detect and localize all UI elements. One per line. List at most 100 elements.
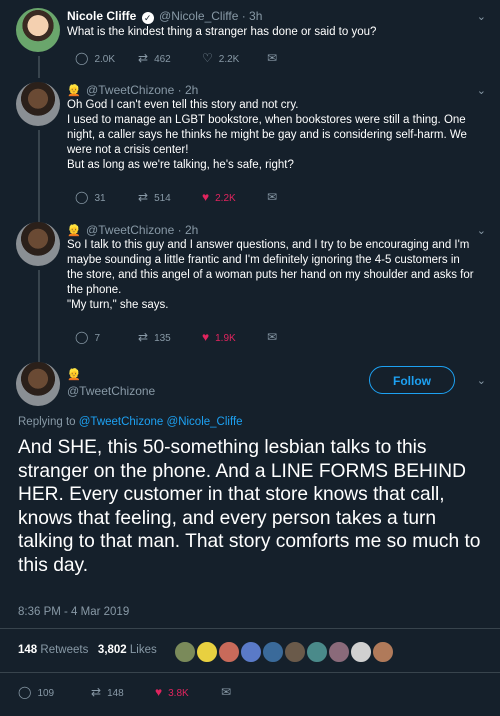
- mail-icon: ✉: [221, 685, 232, 699]
- text-line: the phone.: [67, 284, 122, 296]
- message-button[interactable]: ✉: [267, 190, 283, 204]
- reply-icon: ◯: [75, 190, 89, 204]
- retweet-icon: ⇄: [91, 685, 102, 699]
- timestamp[interactable]: 8:36 PM - 4 Mar 2019: [18, 606, 129, 618]
- like-count: 1.9K: [215, 333, 236, 344]
- liker-avatar[interactable]: [372, 641, 394, 663]
- likes-label: Likes: [129, 644, 157, 656]
- liker-avatar[interactable]: [174, 641, 196, 663]
- message-button[interactable]: ✉: [267, 330, 283, 344]
- mail-icon: ✉: [267, 330, 278, 344]
- like-button[interactable]: ♥ 2.2K: [202, 190, 236, 204]
- avatar[interactable]: [16, 8, 60, 52]
- heart-icon: ♡: [202, 51, 213, 65]
- reply-button[interactable]: ◯ 31: [75, 190, 106, 204]
- avatar[interactable]: [16, 362, 60, 406]
- engagement-stats: 148 Retweets 3,802 Likes: [18, 644, 157, 656]
- handle[interactable]: @TweetChizone: [86, 223, 174, 237]
- heart-filled-icon: ♥: [202, 330, 210, 344]
- person-emoji-icon: 👱: [67, 369, 81, 381]
- chevron-down-icon[interactable]: ⌄: [477, 84, 486, 97]
- liker-avatar[interactable]: [240, 641, 262, 663]
- reply-count: 2.0K: [94, 54, 116, 65]
- text-line: Oh God I can't even tell this story and …: [67, 99, 299, 111]
- like-button[interactable]: ♡ 2.2K: [202, 51, 239, 65]
- follow-button[interactable]: Follow: [369, 366, 455, 394]
- retweet-button[interactable]: ⇄ 135: [138, 330, 171, 344]
- chevron-down-icon[interactable]: ⌄: [477, 224, 486, 237]
- reply-button[interactable]: ◯ 2.0K: [75, 51, 115, 65]
- retweet-button[interactable]: ⇄ 462: [138, 51, 171, 65]
- tweet-header: 👱 @TweetChizone · 2h: [67, 223, 198, 237]
- retweet-count: 148: [107, 688, 124, 699]
- tweet-header: 👱 @TweetChizone · 2h: [67, 83, 198, 97]
- avatar[interactable]: [16, 82, 60, 126]
- display-name[interactable]: Nicole Cliffe: [67, 9, 136, 23]
- person-emoji-icon: 👱: [67, 85, 81, 97]
- reply-icon: ◯: [18, 685, 32, 699]
- tweet-text: What is the kindest thing a stranger has…: [67, 26, 377, 38]
- reply-button[interactable]: ◯ 7: [75, 330, 100, 344]
- handle[interactable]: @TweetChizone: [67, 384, 155, 398]
- replying-to: Replying to @TweetChizone @Nicole_Cliffe: [18, 416, 243, 428]
- main-tweet-text: And SHE, this 50-something lesbian talks…: [18, 437, 481, 576]
- thread-line: [38, 130, 40, 222]
- text-line: So I talk to this guy and I answer quest…: [67, 239, 470, 251]
- text-line: I used to manage an LGBT bookstore, when…: [67, 114, 466, 126]
- reply-button[interactable]: ◯ 109: [18, 685, 54, 699]
- timestamp[interactable]: · 3h: [242, 9, 263, 23]
- mail-icon: ✉: [267, 190, 278, 204]
- text-line: But as long as we're talking, he's safe,…: [67, 159, 294, 171]
- likes-stat[interactable]: 3,802 Likes: [98, 644, 157, 656]
- reply-mention[interactable]: @Nicole_Cliffe: [167, 416, 243, 428]
- retweet-count: 135: [154, 333, 171, 344]
- liker-avatar[interactable]: [284, 641, 306, 663]
- mail-icon: ✉: [267, 51, 278, 65]
- tweet-text: Oh God I can't even tell this story and …: [67, 98, 477, 173]
- liker-avatar[interactable]: [196, 641, 218, 663]
- reply-count: 7: [94, 333, 100, 344]
- chevron-down-icon[interactable]: ⌄: [477, 10, 486, 23]
- reply-count: 109: [37, 688, 55, 699]
- liker-avatar[interactable]: [218, 641, 240, 663]
- retweet-button[interactable]: ⇄ 148: [91, 685, 124, 699]
- like-count: 2.2K: [215, 193, 236, 204]
- reply-mention[interactable]: @TweetChizone: [79, 416, 164, 428]
- retweets-stat[interactable]: 148 Retweets: [18, 644, 88, 656]
- handle[interactable]: @TweetChizone: [86, 83, 174, 97]
- liker-avatar[interactable]: [328, 641, 350, 663]
- like-total: 3,802: [97, 644, 127, 656]
- like-button[interactable]: ♥ 1.9K: [202, 330, 236, 344]
- text-line: night, a caller says he thinks he might …: [67, 129, 467, 141]
- liker-avatar[interactable]: [350, 641, 372, 663]
- handle[interactable]: @Nicole_Cliffe: [159, 9, 238, 23]
- heart-filled-icon: ♥: [155, 685, 163, 699]
- like-count: 3.8K: [168, 688, 189, 699]
- retweet-button[interactable]: ⇄ 514: [138, 190, 171, 204]
- divider: [0, 628, 500, 629]
- message-button[interactable]: ✉: [221, 685, 237, 699]
- text-line: were not a crisis center!: [67, 144, 189, 156]
- chevron-down-icon[interactable]: ⌄: [477, 374, 486, 387]
- retweet-total: 148: [18, 644, 38, 656]
- liker-avatar[interactable]: [262, 641, 284, 663]
- thread-line: [38, 270, 40, 362]
- liker-avatar[interactable]: [306, 641, 328, 663]
- retweet-count: 514: [154, 193, 171, 204]
- reply-icon: ◯: [75, 51, 89, 65]
- retweet-icon: ⇄: [138, 51, 149, 65]
- divider: [0, 672, 500, 673]
- text-line: the store, and this angel of a woman put…: [67, 269, 474, 281]
- message-button[interactable]: ✉: [267, 51, 283, 65]
- avatar[interactable]: [16, 222, 60, 266]
- like-button[interactable]: ♥ 3.8K: [155, 685, 189, 699]
- thread-line: [38, 56, 40, 78]
- retweet-icon: ⇄: [138, 190, 149, 204]
- like-count: 2.2K: [218, 54, 240, 65]
- reply-count: 31: [94, 193, 106, 204]
- tweet-text: So I talk to this guy and I answer quest…: [67, 238, 477, 313]
- timestamp[interactable]: · 2h: [178, 83, 199, 97]
- timestamp[interactable]: · 2h: [178, 223, 199, 237]
- heart-filled-icon: ♥: [202, 190, 210, 204]
- person-emoji-icon: 👱: [67, 225, 81, 237]
